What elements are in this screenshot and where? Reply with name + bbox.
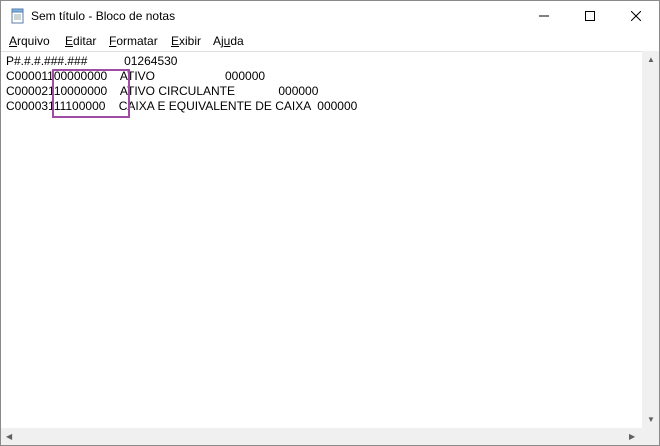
scroll-down-icon[interactable]: ▼	[647, 415, 655, 424]
menu-ajuda[interactable]: Ajuda	[213, 34, 244, 48]
title-bar[interactable]: Sem título - Bloco de notas	[1, 1, 659, 31]
scroll-right-icon[interactable]: ▶	[629, 432, 635, 441]
scroll-left-icon[interactable]: ◀	[6, 432, 12, 441]
menu-editar[interactable]: Editar	[65, 34, 96, 48]
menu-arquivo[interactable]: Arquivo	[9, 34, 50, 48]
text-line-2: C00001100000000 ATIVO 000000	[6, 69, 266, 83]
close-button[interactable]	[613, 1, 659, 31]
window-title: Sem título - Bloco de notas	[31, 9, 176, 23]
maximize-button[interactable]	[567, 1, 613, 31]
scroll-up-icon[interactable]: ▲	[647, 55, 655, 64]
menu-exibir[interactable]: Exibir	[171, 34, 201, 48]
menu-formatar[interactable]: Formatar	[109, 34, 158, 48]
highlight-box	[52, 69, 130, 118]
close-icon	[631, 11, 641, 21]
horizontal-scrollbar[interactable]: ◀ ▶	[1, 428, 642, 445]
scrollbar-corner	[642, 428, 659, 445]
vertical-scrollbar[interactable]: ▲ ▼	[642, 51, 659, 428]
minimize-button[interactable]	[521, 1, 567, 31]
maximize-icon	[585, 11, 595, 21]
menu-bar: Arquivo Editar Formatar Exibir Ajuda	[1, 32, 659, 51]
text-editor[interactable]: P#.#.#.###.### 01264530 C00001100000000 …	[1, 51, 642, 429]
notepad-icon	[11, 8, 25, 24]
notepad-window: Sem título - Bloco de notas Arquivo Edit…	[0, 0, 660, 446]
text-line-1: P#.#.#.###.### 01264530	[6, 54, 178, 68]
minimize-icon	[539, 15, 549, 17]
